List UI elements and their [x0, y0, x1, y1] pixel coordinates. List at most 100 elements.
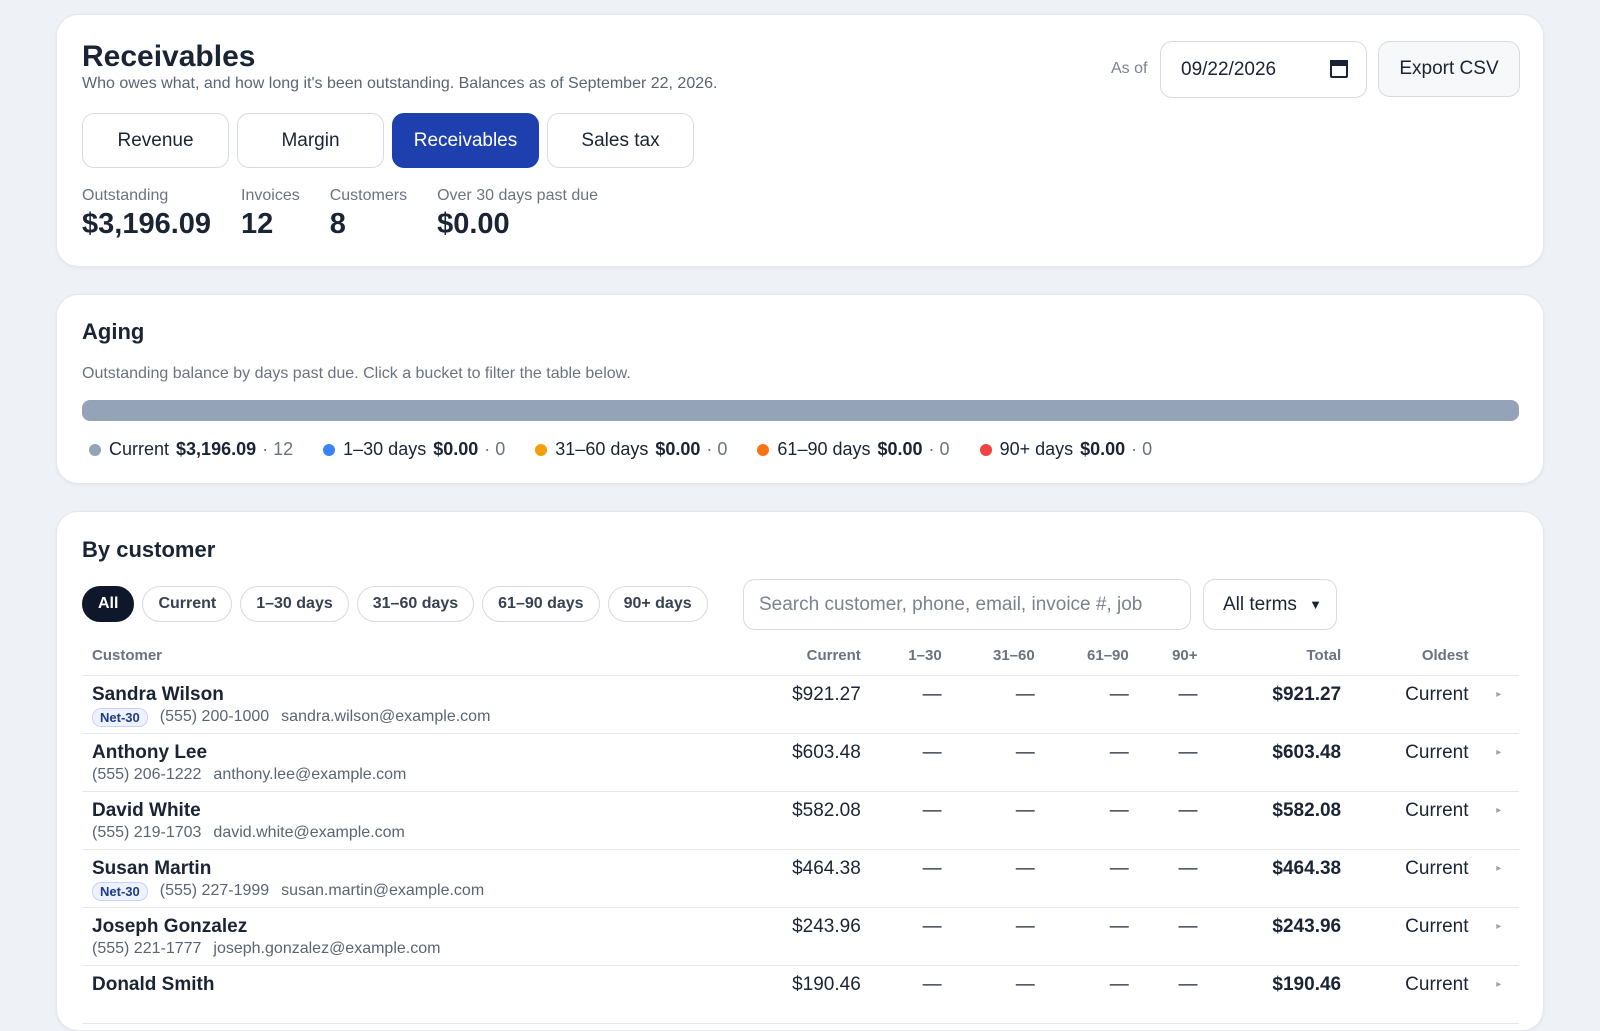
amount-61-90: —	[1044, 965, 1139, 1024]
table-row[interactable]: Joseph Gonzalez (555) 221-1777 joseph.gonz…	[82, 907, 1519, 966]
col-customer[interactable]: Customer	[82, 637, 770, 676]
bucket-count: · 0	[484, 439, 506, 459]
aging-bucket-1[interactable]: 1–30 days $0.00 · 0	[323, 439, 505, 460]
col-90-plus[interactable]: 90+	[1138, 637, 1208, 676]
customer-cell: Anthony Lee (555) 206-1222 anthony.lee@exa…	[82, 733, 770, 792]
col-total[interactable]: Total	[1207, 637, 1352, 676]
aging-bucket-2[interactable]: 31–60 days $0.00 · 0	[535, 439, 727, 460]
amount-31-60: —	[951, 849, 1045, 908]
stat-value: 8	[329, 208, 346, 240]
filter-pill-3[interactable]: 31–60 days	[356, 586, 475, 622]
calendar-icon[interactable]	[1330, 60, 1348, 78]
col-61-90[interactable]: 61–90	[1044, 637, 1139, 676]
total-amount: $582.08	[1207, 791, 1352, 850]
current-amount: $464.38	[769, 849, 871, 908]
bucket-count: · 0	[1131, 439, 1153, 459]
total-amount: $243.96	[1207, 907, 1352, 966]
aging-bucket-3[interactable]: 61–90 days $0.00 · 0	[757, 439, 950, 460]
amount-1-30: —	[870, 965, 952, 1024]
customer-name[interactable]: Joseph Gonzalez	[92, 916, 760, 938]
table-header-row: Customer Current 1–30 31–60 61–90 90+ To…	[82, 637, 1519, 676]
amount-61-90: —	[1044, 791, 1139, 850]
aging-bar-segment[interactable]	[82, 400, 1519, 421]
current-amount: $190.46	[769, 965, 871, 1024]
col-current[interactable]: Current	[769, 637, 871, 676]
filter-pill-0[interactable]: All	[82, 586, 135, 622]
amount-90-plus: —	[1138, 675, 1208, 734]
table-row[interactable]: Donald Smith $190.46— — — — $190.46 Current ▸	[82, 965, 1519, 1024]
expand-caret-icon[interactable]: ▸	[1478, 791, 1519, 850]
filter-pill-2[interactable]: 1–30 days	[240, 586, 349, 622]
amount-61-90: —	[1044, 675, 1139, 734]
as-of-label: As of	[1111, 60, 1148, 77]
expand-caret-icon[interactable]: ▸	[1478, 733, 1519, 792]
bucket-count-value: 0	[495, 439, 506, 459]
customer-email: david.white@example.com	[213, 823, 405, 841]
bucket-count: · 12	[262, 439, 294, 459]
table-row[interactable]: David White (555) 219-1703 david.white@exa…	[82, 791, 1519, 850]
receivables-header-card: Receivables Who owes what, and how long …	[56, 14, 1544, 267]
customer-email: anthony.lee@example.com	[213, 765, 407, 783]
table-row[interactable]: Susan Martin Net-30 (555) 227-1999 susan.ma…	[82, 849, 1519, 908]
tab-revenue[interactable]: Revenue	[82, 113, 229, 168]
amount-90-plus: —	[1138, 849, 1208, 908]
expand-caret-icon[interactable]: ▸	[1478, 675, 1519, 734]
customer-name[interactable]: Donald Smith	[92, 974, 760, 996]
filter-pill-5[interactable]: 90+ days	[607, 586, 708, 622]
customer-name[interactable]: Anthony Lee	[92, 742, 760, 764]
col-1-30[interactable]: 1–30	[870, 637, 952, 676]
amount-1-30: —	[870, 733, 952, 792]
customer-cell: Joseph Gonzalez (555) 221-1777 joseph.gonz…	[82, 907, 770, 966]
customer-name[interactable]: Sandra Wilson	[92, 684, 760, 706]
bucket-label: 61–90 days	[777, 439, 871, 459]
search-input[interactable]	[743, 579, 1191, 630]
expand-caret-icon[interactable]: ▸	[1478, 965, 1519, 1024]
customer-meta: (555) 221-1777 joseph.gonzalez@example.co…	[92, 940, 760, 958]
export-csv-button[interactable]: Export CSV	[1378, 41, 1520, 97]
amount-1-30: —	[870, 849, 952, 908]
amount-31-60: —	[951, 675, 1045, 734]
stat-label: Outstanding	[82, 187, 169, 204]
bucket-count-value: 0	[1142, 439, 1153, 459]
as-of-date-input[interactable]: 09/22/2026	[1160, 41, 1367, 98]
current-amount: $582.08	[769, 791, 871, 850]
stat-value: 12	[241, 208, 274, 240]
customer-cell: Sandra Wilson Net-30 (555) 200-1000 sandra.…	[82, 675, 770, 734]
aging-bar[interactable]	[82, 400, 1519, 421]
oldest-bucket: Current	[1351, 791, 1479, 850]
bucket-amount: $0.00	[433, 439, 479, 459]
filter-pill-1[interactable]: Current	[142, 586, 233, 622]
terms-select[interactable]: All terms ▼	[1203, 579, 1337, 630]
summary-stats: Outstanding $3,196.09 Invoices 12 Custom…	[82, 187, 628, 241]
oldest-bucket: Current	[1351, 907, 1479, 966]
tab-receivables[interactable]: Receivables	[392, 113, 539, 168]
customer-meta: (555) 219-1703 david.white@example.com	[92, 824, 760, 842]
stat-value: $3,196.09	[82, 208, 212, 240]
tab-sales-tax[interactable]: Sales tax	[547, 113, 694, 168]
stat-over-30-past-due: Over 30 days past due $0.00	[437, 187, 598, 241]
customer-name[interactable]: David White	[92, 800, 760, 822]
col-31-60[interactable]: 31–60	[951, 637, 1045, 676]
expand-caret-icon[interactable]: ▸	[1478, 849, 1519, 908]
amount-90-plus: —	[1138, 733, 1208, 792]
customer-name[interactable]: Susan Martin	[92, 858, 760, 880]
aging-bucket-4[interactable]: 90+ days $0.00 · 0	[979, 439, 1153, 460]
stat-invoices: Invoices 12	[241, 187, 300, 241]
chevron-down-icon: ▼	[1309, 597, 1322, 612]
customer-cell: Donald Smith	[82, 965, 770, 1024]
terms-badge: Net-30	[92, 707, 148, 727]
tab-margin[interactable]: Margin	[237, 113, 384, 168]
filter-pill-4[interactable]: 61–90 days	[482, 586, 600, 622]
by-customer-card: By customer All Current 1–30 days 31–60 day…	[56, 511, 1544, 1031]
amount-90-plus: —	[1138, 965, 1208, 1024]
col-oldest[interactable]: Oldest	[1351, 637, 1479, 676]
col-expand	[1478, 637, 1519, 676]
table-row[interactable]: Anthony Lee (555) 206-1222 anthony.lee@exa…	[82, 733, 1519, 792]
bucket-color-dot	[979, 443, 992, 456]
aging-card: Aging Outstanding balance by days past d…	[56, 294, 1544, 484]
aging-bucket-0[interactable]: Current $3,196.09 · 12	[89, 439, 293, 460]
expand-caret-icon[interactable]: ▸	[1478, 907, 1519, 966]
report-tabs: Revenue Margin Receivables Sales tax	[82, 113, 694, 168]
table-row[interactable]: Sandra Wilson Net-30 (555) 200-1000 sandra.…	[82, 675, 1519, 734]
as-of-date-value: 09/22/2026	[1181, 59, 1277, 80]
